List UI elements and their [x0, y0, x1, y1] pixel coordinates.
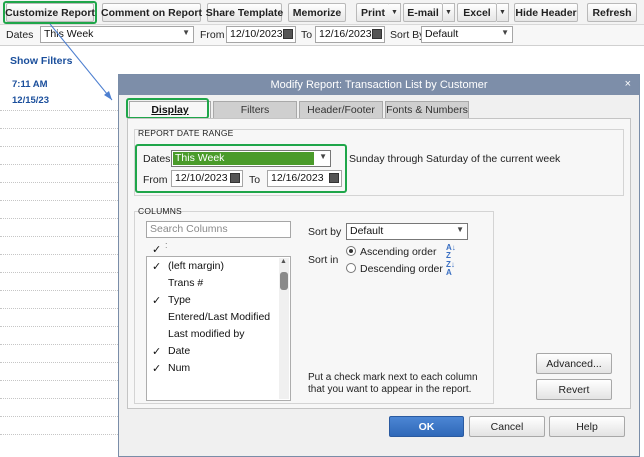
search-columns-input[interactable]: Search Columns — [146, 221, 291, 238]
column-name: Trans # — [168, 277, 204, 289]
display-tab-highlight — [126, 98, 209, 119]
list-item[interactable]: ✓ (left margin) — [147, 260, 277, 277]
checkmark-icon: ✓ — [152, 363, 162, 375]
sort-by-label: Sort by — [308, 226, 342, 238]
date-range-title: REPORT DATE RANGE — [138, 128, 234, 138]
list-item[interactable]: Entered/Last Modified — [147, 311, 277, 328]
list-item[interactable]: ✓ Type — [147, 294, 277, 311]
checkmark-icon: ✓ — [152, 346, 162, 358]
sort-descending-icon: Z↓ A — [446, 260, 455, 277]
advanced-button[interactable]: Advanced... — [536, 353, 612, 374]
columns-sort-by-value: Default — [350, 225, 384, 237]
scrollbar-thumb[interactable] — [280, 272, 288, 290]
scroll-up-icon[interactable]: ▲ — [280, 258, 287, 265]
sort-ascending-icon: A↓ Z — [446, 243, 456, 260]
ascending-radio[interactable] — [346, 246, 356, 256]
tab-fonts-numbers[interactable]: Fonts & Numbers — [385, 101, 469, 118]
checkmark-icon: ✓ — [152, 261, 162, 273]
select-all-check-icon[interactable]: ✓ — [152, 243, 161, 256]
column-name: Last modified by — [168, 328, 245, 340]
columns-title: COLUMNS — [138, 206, 182, 216]
column-name: Date — [168, 345, 191, 357]
display-tab-panel: REPORT DATE RANGE Dates This Week ▼ Sund… — [127, 118, 631, 409]
tab-filters[interactable]: Filters — [213, 101, 297, 118]
dialog-title-bar: Modify Report: Transaction List by Custo… — [119, 75, 639, 95]
revert-button[interactable]: Revert — [536, 379, 612, 400]
columns-list[interactable]: ✓ (left margin) Trans # ✓ Type Entered/L… — [146, 256, 291, 401]
list-item[interactable]: ✓ Date — [147, 345, 277, 362]
descending-radio[interactable] — [346, 263, 356, 273]
list-item[interactable]: Trans # — [147, 277, 277, 294]
column-name: Type — [168, 294, 191, 306]
ok-button[interactable]: OK — [389, 416, 464, 437]
columns-scrollbar[interactable]: ▲ — [279, 258, 289, 399]
columns-sort-by-select[interactable]: Default ▼ — [346, 223, 468, 240]
checkmark-icon: ✓ — [152, 295, 162, 307]
descending-label[interactable]: Descending order — [360, 263, 443, 275]
tab-header-footer[interactable]: Header/Footer — [299, 101, 383, 118]
date-range-description: Sunday through Saturday of the current w… — [349, 153, 561, 165]
close-icon[interactable]: × — [625, 78, 631, 90]
column-name: Entered/Last Modified — [168, 311, 271, 323]
help-button[interactable]: Help — [549, 416, 625, 437]
list-item[interactable]: Last modified by — [147, 328, 277, 345]
columns-hint-text: Put a check mark next to each column tha… — [308, 372, 478, 395]
chevron-down-icon: ▼ — [456, 225, 464, 234]
list-item[interactable]: ✓ Num — [147, 362, 277, 379]
column-header-sep: : — [165, 240, 168, 250]
modify-report-dialog: Modify Report: Transaction List by Custo… — [118, 74, 640, 457]
dialog-title: Modify Report: Transaction List by Custo… — [270, 79, 488, 91]
cancel-button[interactable]: Cancel — [469, 416, 545, 437]
search-columns-placeholder: Search Columns — [150, 223, 228, 235]
column-name: Num — [168, 362, 191, 374]
column-name: (left margin) — [168, 260, 225, 272]
sort-in-label: Sort in — [308, 254, 339, 266]
ascending-label[interactable]: Ascending order — [360, 246, 436, 258]
date-range-highlight — [135, 144, 347, 193]
